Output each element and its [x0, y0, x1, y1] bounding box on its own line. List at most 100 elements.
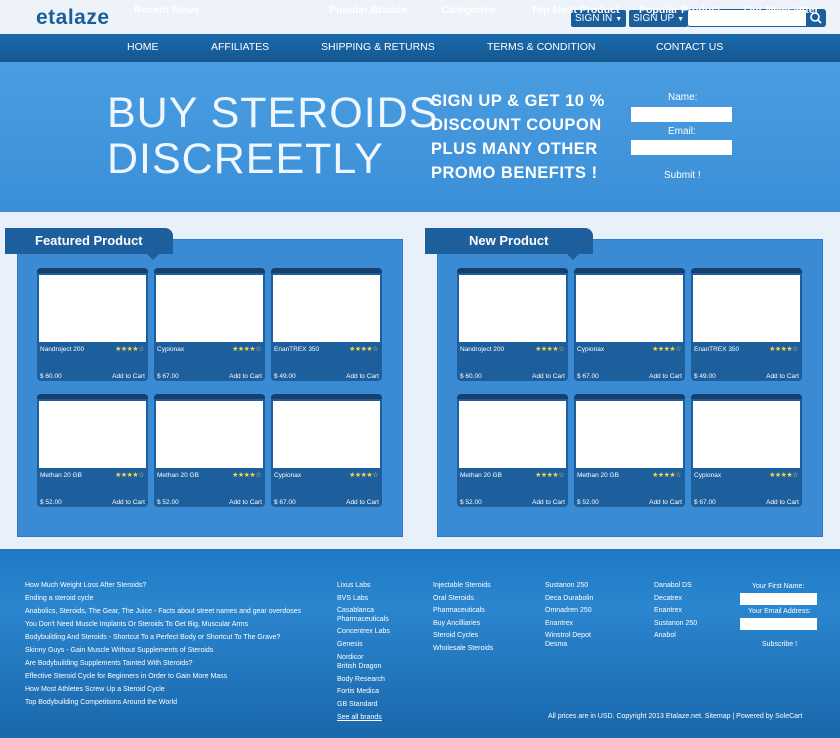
nav-terms-condition[interactable]: TERMS & CONDITION	[487, 41, 596, 53]
email-input[interactable]	[631, 140, 732, 155]
new-product-card[interactable]: Nandroject 200 ★★★★☆ $ 60.00 Add to Cart	[457, 268, 568, 381]
product-image[interactable]	[273, 401, 380, 468]
product-name[interactable]: Nandroject 200	[40, 346, 84, 353]
top-product-link[interactable]: Desma	[545, 641, 567, 649]
category-link[interactable]: Pharmaceuticals	[433, 607, 485, 615]
add-to-cart-button[interactable]: Add to Cart	[649, 499, 682, 506]
news-link[interactable]: Effective Steroid Cycle for Beginners in…	[25, 673, 227, 681]
add-to-cart-button[interactable]: Add to Cart	[766, 373, 799, 380]
product-image[interactable]	[693, 401, 800, 468]
popular-product-link[interactable]: Enantrex	[654, 607, 682, 615]
nav-contact-us[interactable]: CONTACT US	[656, 41, 723, 53]
new-product-card[interactable]: Methan 20 GB ★★★★☆ $ 52.00 Add to Cart	[574, 394, 685, 507]
submit-button[interactable]: Submit !	[664, 170, 701, 181]
add-to-cart-button[interactable]: Add to Cart	[346, 499, 379, 506]
brand-link[interactable]: Casablanca	[337, 607, 374, 615]
news-link[interactable]: How Most Athletes Screw Up a Steroid Cyc…	[25, 686, 165, 694]
news-link[interactable]: Are Bodybuilding Supplements Tainted Wit…	[25, 660, 193, 668]
product-image[interactable]	[693, 275, 800, 342]
newsletter-first-input[interactable]	[740, 593, 817, 605]
product-name[interactable]: Methan 20 GB	[577, 472, 619, 479]
product-name[interactable]: Methan 20 GB	[40, 472, 82, 479]
product-price: $ 60.00	[40, 373, 62, 380]
news-link[interactable]: You Don't Need Muscle Implants Or Steroi…	[25, 621, 248, 629]
product-name[interactable]: Cypionax	[577, 346, 604, 353]
top-product-link[interactable]: Omnadren 250	[545, 607, 592, 615]
site-logo[interactable]: etalaze	[36, 6, 110, 30]
add-to-cart-button[interactable]: Add to Cart	[229, 373, 262, 380]
category-link[interactable]: Steroid Cycles	[433, 632, 478, 640]
product-image[interactable]	[273, 275, 380, 342]
category-link[interactable]: Oral Steroids	[433, 595, 474, 603]
brand-link[interactable]: Body Research	[337, 676, 385, 684]
name-input[interactable]	[631, 107, 732, 122]
brand-link[interactable]: British Dragon	[337, 663, 381, 671]
see-all-brands-link[interactable]: See all brands	[337, 714, 382, 722]
brand-link[interactable]: Pharmaceuticals	[337, 616, 389, 624]
new-product-card[interactable]: Cypionax ★★★★☆ $ 67.00 Add to Cart	[574, 268, 685, 381]
nav-home[interactable]: HOME	[127, 41, 159, 53]
product-name[interactable]: Cypionax	[694, 472, 721, 479]
add-to-cart-button[interactable]: Add to Cart	[346, 373, 379, 380]
top-product-link[interactable]: Sustanon 250	[545, 582, 588, 590]
news-link[interactable]: How Much Weight Loss After Steroids?	[25, 582, 146, 590]
product-image[interactable]	[39, 275, 146, 342]
product-image[interactable]	[459, 401, 566, 468]
subscribe-button[interactable]: Subscribe !	[762, 641, 797, 649]
news-link[interactable]: Bodybuilding And Steroids - Shortcut To …	[25, 634, 280, 642]
product-name[interactable]: EnanTREX 350	[274, 346, 319, 353]
add-to-cart-button[interactable]: Add to Cart	[649, 373, 682, 380]
popular-product-link[interactable]: Decatrex	[654, 595, 682, 603]
category-link[interactable]: Buy Ancilliaries	[433, 620, 480, 628]
add-to-cart-button[interactable]: Add to Cart	[766, 499, 799, 506]
product-name[interactable]: Cypionax	[157, 346, 184, 353]
product-name[interactable]: Cypionax	[274, 472, 301, 479]
brand-link[interactable]: GB Standard	[337, 701, 377, 709]
nav-affiliates[interactable]: AFFILIATES	[211, 41, 269, 53]
product-name[interactable]: EnanTREX 350	[694, 346, 739, 353]
top-product-link[interactable]: Deca Durabolin	[545, 595, 593, 603]
product-image[interactable]	[576, 401, 683, 468]
add-to-cart-button[interactable]: Add to Cart	[532, 373, 565, 380]
featured-product-card[interactable]: EnanTREX 350 ★★★★☆ $ 49.00 Add to Cart	[271, 268, 382, 381]
brand-link[interactable]: Fortis Medica	[337, 688, 379, 696]
brand-link[interactable]: Lixus Labs	[337, 582, 370, 590]
add-to-cart-button[interactable]: Add to Cart	[229, 499, 262, 506]
add-to-cart-button[interactable]: Add to Cart	[532, 499, 565, 506]
news-link[interactable]: Ending a steroid cycle	[25, 595, 93, 603]
product-image[interactable]	[156, 401, 263, 468]
top-product-link[interactable]: Winstrol Depot	[545, 632, 591, 640]
featured-product-card[interactable]: Cypionax ★★★★☆ $ 67.00 Add to Cart	[271, 394, 382, 507]
featured-product-card[interactable]: Methan 20 GB ★★★★☆ $ 52.00 Add to Cart	[37, 394, 148, 507]
category-link[interactable]: Injectable Steroids	[433, 582, 491, 590]
new-product-card[interactable]: Cypionax ★★★★☆ $ 67.00 Add to Cart	[691, 394, 802, 507]
popular-product-link[interactable]: Danabol DS	[654, 582, 692, 590]
nav-shipping-returns[interactable]: SHIPPING & RETURNS	[321, 41, 435, 53]
brand-link[interactable]: BVS Labs	[337, 595, 368, 603]
product-image[interactable]	[576, 275, 683, 342]
featured-product-card[interactable]: Cypionax ★★★★☆ $ 67.00 Add to Cart	[154, 268, 265, 381]
product-image[interactable]	[156, 275, 263, 342]
new-product-card[interactable]: Methan 20 GB ★★★★☆ $ 52.00 Add to Cart	[457, 394, 568, 507]
news-link[interactable]: Top Bodybuilding Competitions Around the…	[25, 699, 177, 707]
brand-link[interactable]: Nordicor	[337, 654, 363, 662]
product-image[interactable]	[39, 401, 146, 468]
new-product-card[interactable]: EnanTREX 350 ★★★★☆ $ 49.00 Add to Cart	[691, 268, 802, 381]
news-link[interactable]: Skinny Guys - Gain Muscle Without Supple…	[25, 647, 213, 655]
brand-link[interactable]: Genesis	[337, 641, 363, 649]
popular-product-link[interactable]: Anabol	[654, 632, 676, 640]
add-to-cart-button[interactable]: Add to Cart	[112, 373, 145, 380]
featured-product-card[interactable]: Nandroject 200 ★★★★☆ $ 60.00 Add to Cart	[37, 268, 148, 381]
category-link[interactable]: Wholesale Steroids	[433, 645, 493, 653]
product-name[interactable]: Methan 20 GB	[460, 472, 502, 479]
top-product-link[interactable]: Enantrex	[545, 620, 573, 628]
product-image[interactable]	[459, 275, 566, 342]
news-link[interactable]: Anabolics, Steroids, The Gear, The Juice…	[25, 608, 301, 616]
add-to-cart-button[interactable]: Add to Cart	[112, 499, 145, 506]
featured-product-card[interactable]: Methan 20 GB ★★★★☆ $ 52.00 Add to Cart	[154, 394, 265, 507]
popular-product-link[interactable]: Sustanon 250	[654, 620, 697, 628]
product-name[interactable]: Nandroject 200	[460, 346, 504, 353]
newsletter-email-input[interactable]	[740, 618, 817, 630]
product-name[interactable]: Methan 20 GB	[157, 472, 199, 479]
brand-link[interactable]: Concentrex Labs	[337, 628, 390, 636]
